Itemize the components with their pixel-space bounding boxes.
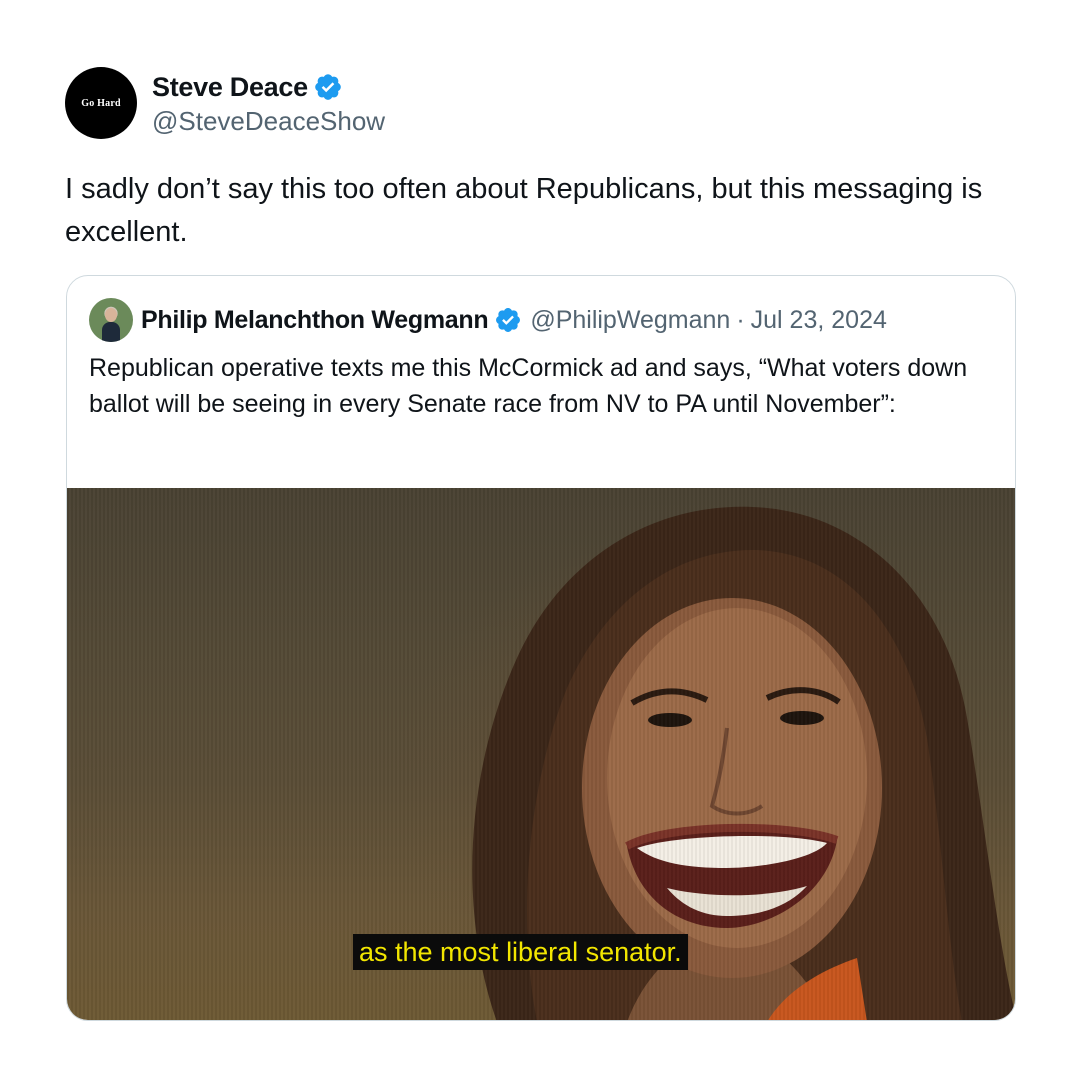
quoted-author-avatar[interactable]: [89, 298, 133, 342]
verified-badge-icon: [494, 306, 522, 334]
quoted-tweet-date[interactable]: Jul 23, 2024: [751, 306, 887, 335]
quoted-author-name[interactable]: Philip Melanchthon Wegmann: [141, 306, 489, 335]
avatar-face: [105, 308, 117, 322]
avatar-logo-text: Go Hard: [81, 97, 121, 109]
quoted-tweet-text: Republican operative texts me this McCor…: [89, 354, 968, 418]
quoted-tweet-video[interactable]: as the most liberal senator.: [67, 488, 1015, 1020]
author-handle[interactable]: @SteveDeaceShow: [152, 106, 385, 137]
author-display-name[interactable]: Steve Deace: [152, 72, 308, 103]
avatar-body: [102, 322, 120, 342]
tweet-text: I sadly don’t say this too often about R…: [65, 173, 983, 248]
meta-separator: ·: [736, 305, 745, 334]
tweet-card: Go Hard Steve Deace @SteveDeaceShow I sa…: [0, 0, 1080, 1080]
video-caption: as the most liberal senator.: [353, 934, 688, 970]
author-name-row: Steve Deace: [152, 70, 343, 104]
author-avatar[interactable]: Go Hard: [65, 67, 137, 139]
quoted-author-handle[interactable]: @PhilipWegmann: [530, 306, 730, 335]
quoted-tweet-header: Philip Melanchthon Wegmann @PhilipWegman…: [89, 298, 887, 342]
verified-badge-icon: [313, 72, 343, 102]
quoted-tweet[interactable]: Philip Melanchthon Wegmann @PhilipWegman…: [66, 275, 1016, 1021]
